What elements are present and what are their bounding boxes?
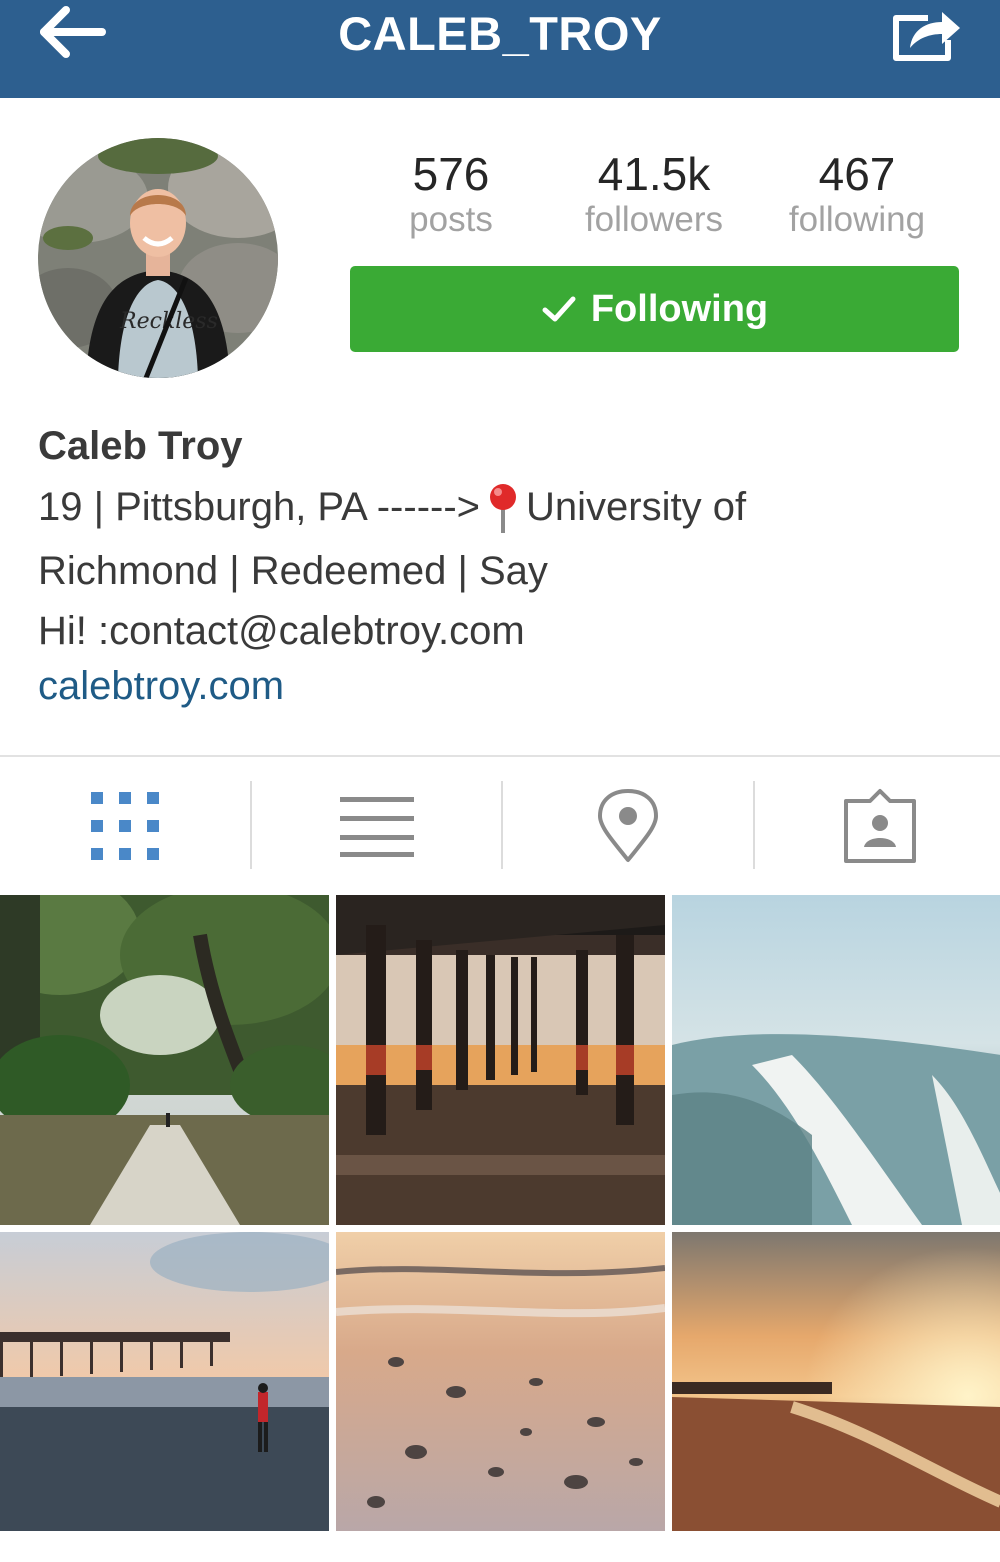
- list-icon: [340, 797, 414, 857]
- following-label: following: [788, 200, 926, 239]
- followers-label: followers: [584, 200, 724, 239]
- profile-avatar[interactable]: Reckless: [38, 138, 278, 378]
- profile-view-tabs: [0, 757, 1000, 895]
- posts-count[interactable]: 576 posts: [366, 148, 536, 240]
- tagged-photos-icon: [844, 789, 916, 863]
- bio-text-part2: University of: [526, 485, 747, 529]
- photo-thumbnail-oak-path[interactable]: [0, 895, 329, 1225]
- tab-list-view[interactable]: [252, 757, 502, 895]
- bio-line-2: Richmond | Redeemed | Say: [38, 549, 548, 593]
- profile-bio: 19 | Pittsburgh, PA ------> University of…: [38, 478, 938, 662]
- tab-tagged-photos[interactable]: [755, 757, 1000, 895]
- photo-thumbnail-sunset-beach[interactable]: [672, 1232, 1000, 1562]
- profile-full-name: Caleb Troy: [38, 424, 243, 468]
- tab-grid-view[interactable]: [0, 757, 250, 895]
- location-pin-icon: [598, 789, 658, 862]
- posts-value: 576: [412, 148, 490, 200]
- red-pushpin-icon: [490, 484, 517, 534]
- checkmark-icon: [542, 296, 576, 322]
- posts-label: posts: [409, 200, 493, 239]
- bio-line-3: Hi! :contact@calebtroy.com: [38, 609, 525, 653]
- following-button-label: Following: [590, 287, 769, 330]
- following-button[interactable]: Following: [350, 266, 959, 352]
- photo-grid: [0, 895, 1000, 1531]
- followers-value: 41.5k: [597, 148, 711, 200]
- bio-text-part1: 19 | Pittsburgh, PA ------>: [38, 485, 481, 529]
- top-navigation-bar: CALEB_TROY: [0, 0, 1000, 98]
- profile-username-title: CALEB_TROY: [338, 7, 662, 60]
- website-link[interactable]: calebtroy.com: [38, 664, 284, 709]
- photo-thumbnail-pier-beach[interactable]: [0, 1232, 329, 1562]
- photo-thumbnail-pier-underside[interactable]: [336, 895, 665, 1225]
- following-count[interactable]: 467 following: [772, 148, 942, 240]
- photo-thumbnail-ocean-waves[interactable]: [672, 895, 1000, 1225]
- photo-thumbnail-wet-sand[interactable]: [336, 1232, 665, 1562]
- tab-photo-map[interactable]: [503, 757, 753, 895]
- followers-count[interactable]: 41.5k followers: [569, 148, 739, 240]
- grid-icon: [91, 792, 159, 860]
- following-value: 467: [818, 148, 896, 200]
- share-icon[interactable]: [888, 4, 964, 64]
